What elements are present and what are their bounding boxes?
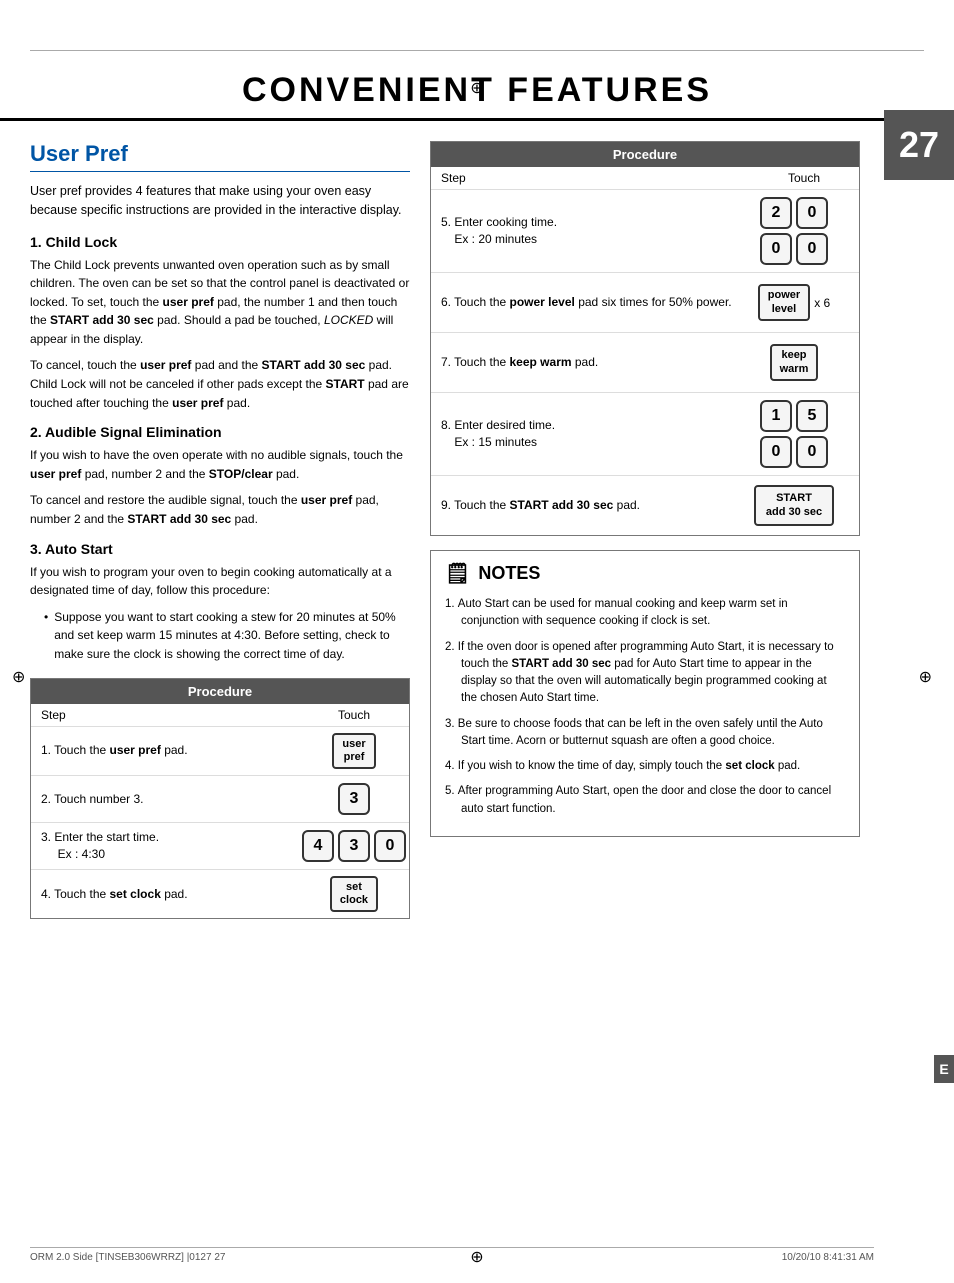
reg-mark-right: ⊕ — [919, 667, 932, 687]
page-number-tab: 27 — [884, 110, 954, 180]
child-lock-para2: To cancel, touch the user pref pad and t… — [30, 356, 410, 412]
subsection-audible: 2. Audible Signal Elimination — [30, 424, 410, 440]
key-0f: 0 — [796, 436, 828, 468]
right-proc-row-9: 9. Touch the START add 30 sec pad. START… — [431, 475, 859, 535]
side-tab: E — [934, 1055, 954, 1083]
footer-left: ORM 2.0 Side [TINSEB306WRRZ] |0127 27 — [30, 1252, 225, 1263]
key-0a: 0 — [374, 830, 406, 862]
keys-row-8-bottom: 0 0 — [759, 435, 829, 469]
key-4: 4 — [302, 830, 334, 862]
right-proc-header: Procedure — [431, 142, 859, 167]
keys-row-5-top: 2 0 — [759, 196, 829, 230]
right-touch-5: 2 0 0 0 — [739, 196, 849, 266]
key-0d: 0 — [796, 233, 828, 265]
subsection-auto-start: 3. Auto Start — [30, 541, 410, 557]
keys-row-5-bottom: 0 0 — [759, 232, 829, 266]
notes-title: 🗒 NOTES — [445, 561, 845, 586]
left-step-2: 2. Touch number 3. — [41, 791, 309, 808]
right-touch-9: STARTadd 30 sec — [739, 485, 849, 525]
power-level-key: powerlevel — [758, 284, 810, 320]
right-procedure-table: Procedure Step Touch 5. Enter cooking ti… — [430, 141, 860, 536]
child-lock-para1: The Child Lock prevents unwanted oven op… — [30, 256, 410, 349]
right-column: Procedure Step Touch 5. Enter cooking ti… — [430, 141, 860, 919]
right-touch-6: powerlevel x 6 — [739, 284, 849, 320]
auto-start-bullet: Suppose you want to start cooking a stew… — [44, 608, 410, 664]
left-proc-header: Procedure — [31, 679, 409, 704]
right-proc-row-5: 5. Enter cooking time. Ex : 20 minutes 2… — [431, 189, 859, 272]
notes-box: 🗒 NOTES 1. Auto Start can be used for ma… — [430, 550, 860, 837]
reg-mark-top: ⊕ — [470, 78, 483, 98]
footer-right: 10/20/10 8:41:31 AM — [782, 1252, 874, 1263]
note-item-1: 1. Auto Start can be used for manual coo… — [445, 596, 845, 631]
right-step-8: 8. Enter desired time. Ex : 15 minutes — [441, 417, 739, 451]
keep-warm-key: keepwarm — [770, 344, 819, 380]
keys-stacked-5: 2 0 0 0 — [759, 196, 829, 266]
key-1: 1 — [760, 400, 792, 432]
key-0e: 0 — [760, 436, 792, 468]
left-column: User Pref User pref provides 4 features … — [30, 141, 410, 919]
key-3b: 3 — [338, 830, 370, 862]
audible-para2: To cancel and restore the audible signal… — [30, 491, 410, 528]
right-col-header-touch: Touch — [759, 171, 849, 185]
note-item-5: 5. After programming Auto Start, open th… — [445, 783, 845, 818]
right-step-7: 7. Touch the keep warm pad. — [441, 354, 739, 371]
col-header-touch: Touch — [309, 708, 399, 722]
key-5: 5 — [796, 400, 828, 432]
key-0b: 0 — [796, 197, 828, 229]
right-proc-row-8: 8. Enter desired time. Ex : 15 minutes 1… — [431, 392, 859, 475]
right-touch-8: 1 5 0 0 — [739, 399, 849, 469]
note-item-3: 3. Be sure to choose foods that can be l… — [445, 716, 845, 751]
left-touch-2: 3 — [309, 782, 399, 816]
left-step-3: 3. Enter the start time. Ex : 4:30 — [41, 829, 309, 863]
page-footer: ORM 2.0 Side [TINSEB306WRRZ] |0127 27 10… — [30, 1247, 874, 1263]
left-proc-col-headers: Step Touch — [31, 704, 409, 726]
right-step-6: 6. Touch the power level pad six times f… — [441, 294, 739, 311]
note-item-2: 2. If the oven door is opened after prog… — [445, 639, 845, 708]
left-step-1: 1. Touch the user pref pad. — [41, 742, 309, 759]
user-pref-key: userpref — [332, 733, 375, 769]
keys-row-8-top: 1 5 — [759, 399, 829, 433]
left-touch-4: setclock — [309, 876, 399, 912]
notes-list: 1. Auto Start can be used for manual coo… — [445, 596, 845, 818]
right-proc-col-headers: Step Touch — [431, 167, 859, 189]
right-step-9: 9. Touch the START add 30 sec pad. — [441, 497, 739, 514]
key-0c: 0 — [760, 233, 792, 265]
right-col-header-step: Step — [441, 171, 759, 185]
left-step-4: 4. Touch the set clock pad. — [41, 886, 309, 903]
x6-label: x 6 — [814, 296, 830, 310]
col-header-step: Step — [41, 708, 309, 722]
subsection-child-lock: 1. Child Lock — [30, 234, 410, 250]
set-clock-key: setclock — [330, 876, 378, 912]
left-proc-row-2: 2. Touch number 3. 3 — [31, 775, 409, 822]
left-proc-row-3: 3. Enter the start time. Ex : 4:30 4 3 0 — [31, 822, 409, 869]
note-item-4: 4. If you wish to know the time of day, … — [445, 758, 845, 775]
left-proc-row-1: 1. Touch the user pref pad. userpref — [31, 726, 409, 775]
key-3: 3 — [338, 783, 370, 815]
start-add-30-key: STARTadd 30 sec — [754, 485, 834, 525]
left-proc-row-4: 4. Touch the set clock pad. setclock — [31, 869, 409, 918]
left-touch-3: 4 3 0 — [309, 829, 399, 863]
section-title-user-pref: User Pref — [30, 141, 410, 172]
right-proc-row-6: 6. Touch the power level pad six times f… — [431, 272, 859, 332]
content-area: User Pref User pref provides 4 features … — [0, 121, 954, 939]
right-touch-7: keepwarm — [739, 344, 849, 380]
left-touch-1: userpref — [309, 733, 399, 769]
right-step-5: 5. Enter cooking time. Ex : 20 minutes — [441, 214, 739, 248]
audible-para1: If you wish to have the oven operate wit… — [30, 446, 410, 483]
reg-mark-left: ⊕ — [12, 667, 25, 687]
auto-start-intro: If you wish to program your oven to begi… — [30, 563, 410, 600]
notes-icon: 🗒 — [445, 561, 470, 586]
left-procedure-table: Procedure Step Touch 1. Touch the user p… — [30, 678, 410, 920]
section-intro: User pref provides 4 features that make … — [30, 182, 410, 220]
keys-stacked-8: 1 5 0 0 — [759, 399, 829, 469]
right-proc-row-7: 7. Touch the keep warm pad. keepwarm — [431, 332, 859, 392]
key-2: 2 — [760, 197, 792, 229]
